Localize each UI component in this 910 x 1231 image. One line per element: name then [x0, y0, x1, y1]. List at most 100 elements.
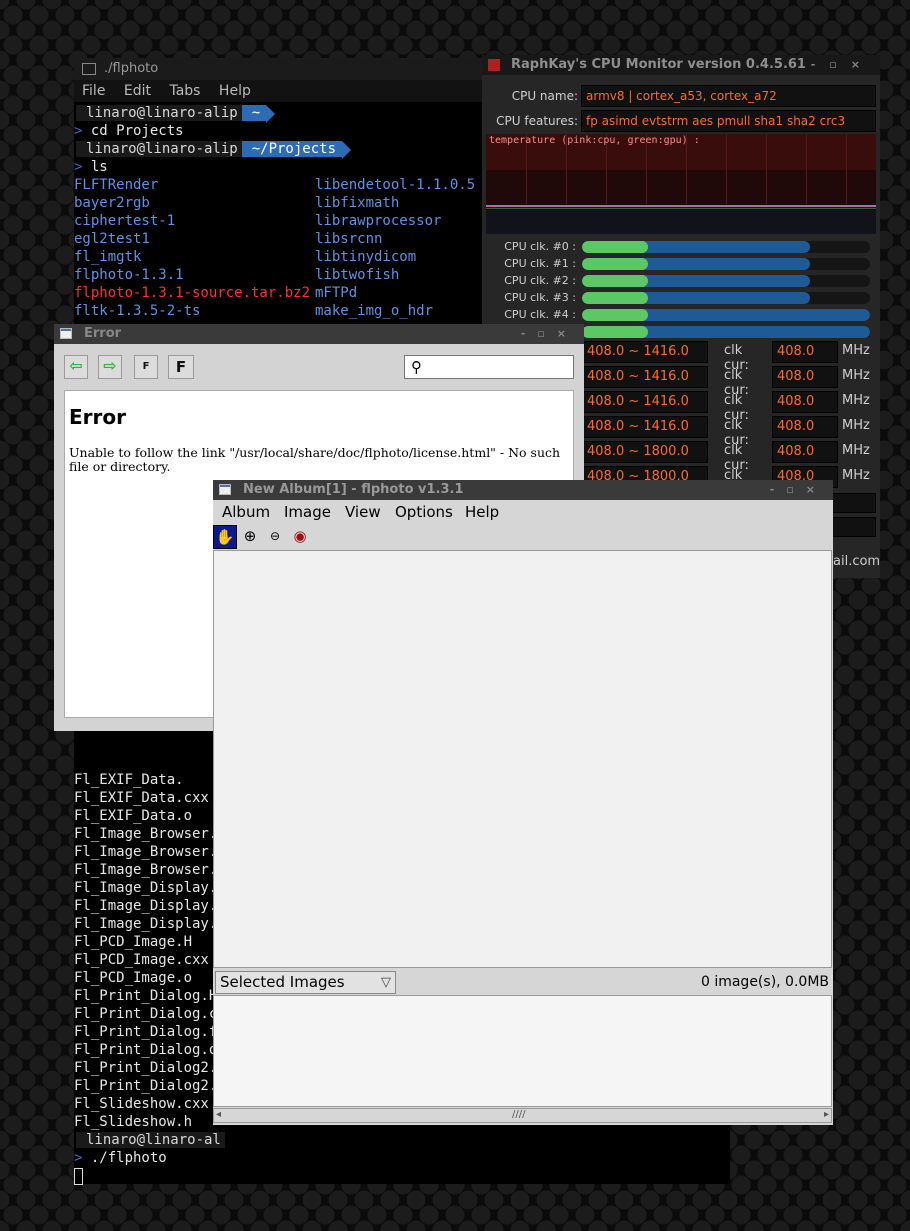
command-line: > cd Projects: [74, 122, 184, 140]
ls-entry: fltk-1.3.5-2-ts: [74, 303, 201, 319]
image-group-select[interactable]: Selected Images ▽: [215, 971, 396, 994]
scroll-grip-icon[interactable]: ////: [512, 1109, 525, 1120]
forward-button[interactable]: ⇨: [98, 355, 122, 379]
select-value: Selected Images: [220, 973, 345, 991]
terminal-title: ./flphoto: [104, 61, 159, 76]
chevron-down-icon: ▽: [381, 975, 391, 990]
ls-entry: mFTPd: [315, 285, 358, 301]
menu-album[interactable]: Album: [222, 501, 270, 523]
cpu-clock-bar: [582, 292, 870, 304]
menu-edit[interactable]: Edit: [124, 83, 151, 99]
horizontal-scrollbar[interactable]: ◂ //// ▸: [213, 1108, 832, 1123]
ls-entry: libsrcnn: [315, 231, 383, 247]
menu-help[interactable]: Help: [219, 83, 251, 99]
clock-range[interactable]: 408.0 ~ 1416.0: [582, 416, 708, 438]
zoom-in-icon: ⊕: [243, 527, 257, 545]
file-entry: Fl_Print_Dialog.H: [74, 988, 218, 1004]
cpu-features-field[interactable]: fp asimd evtstrm aes pmull sha1 sha2 crc…: [581, 110, 876, 132]
window-buttons[interactable]: -▫×: [521, 324, 578, 344]
cpu-monitor-field: [832, 517, 876, 537]
menu-tabs[interactable]: Tabs: [169, 83, 200, 99]
unit-label: MHz: [842, 418, 870, 433]
cpu-clock-bar: [582, 241, 870, 253]
cpu-temp-line: [486, 205, 876, 207]
clk-cur-value[interactable]: 408.0: [772, 341, 838, 363]
clock-range[interactable]: 408.0 ~ 1416.0: [582, 366, 708, 388]
file-entry: Fl_Image_Display.h: [74, 880, 226, 896]
larger-font-button[interactable]: F: [168, 355, 194, 379]
window-buttons[interactable]: -▫×: [770, 480, 827, 500]
menu-help[interactable]: Help: [465, 501, 499, 523]
ls-entry: make_img_o_hdr: [315, 303, 434, 319]
command-text: cd Projects: [90, 123, 184, 139]
clock-range[interactable]: 408.0 ~ 1416.0: [582, 341, 708, 363]
file-entry: Fl_Print_Dialog.c: [74, 1006, 218, 1022]
error-titlebar[interactable]: Error -▫×: [54, 324, 584, 344]
file-entry: Fl_PCD_Image.o: [74, 970, 193, 986]
search-input[interactable]: ⚲: [404, 355, 574, 379]
file-entry: Fl_Print_Dialog.f: [74, 1024, 218, 1040]
clk-cur-value[interactable]: 408.0: [772, 416, 838, 438]
file-entry: Fl_Print_Dialog2.c: [74, 1060, 226, 1076]
window-icon: [219, 484, 231, 495]
menu-view[interactable]: View: [345, 501, 381, 523]
cpu-monitor-titlebar[interactable]: RaphKay's CPU Monitor version 0.4.5.61 -…: [482, 55, 880, 75]
zoom-in-button[interactable]: ⊕: [238, 525, 262, 549]
ls-entry-archive: flphoto-1.3.1-source.tar.bz2: [74, 285, 311, 301]
back-button[interactable]: ⇦: [64, 355, 88, 379]
command-line: > ls: [74, 158, 108, 176]
cpu-clock-label: CPU clk. #3 :: [504, 291, 576, 304]
cpu-clock-label: CPU clk. #4 :: [504, 308, 576, 321]
graph-gridline: [726, 134, 727, 204]
clk-cur-value[interactable]: 408.0: [772, 366, 838, 388]
file-entry: Fl_PCD_Image.H: [74, 934, 193, 950]
eye-icon: ◉: [293, 527, 307, 545]
view-button[interactable]: ◉: [288, 525, 312, 549]
command-line: > ./flphoto: [74, 1149, 167, 1167]
window-buttons[interactable]: -▫×: [811, 55, 874, 75]
cpu-monitor-title: RaphKay's CPU Monitor version 0.4.5.61: [511, 57, 806, 72]
graph-gridline: [846, 134, 847, 204]
prompt-user: linaro@linaro-alip: [76, 141, 242, 157]
terminal-icon: [82, 63, 96, 75]
menu-options[interactable]: Options: [395, 501, 453, 523]
scroll-left-icon[interactable]: ◂: [216, 1109, 221, 1120]
menu-file[interactable]: File: [82, 83, 105, 99]
error-message: Unable to follow the link "/usr/local/sh…: [69, 445, 561, 474]
cpu-clock-row: CPU clk. #4 :: [484, 309, 872, 321]
hand-tool-button[interactable]: ✋: [213, 525, 237, 549]
clock-range[interactable]: 408.0 ~ 1416.0: [582, 391, 708, 413]
ls-entry: libendetool-1.1.0.5: [315, 177, 476, 193]
image-browser[interactable]: [213, 995, 832, 1107]
ls-entry: ciphertest-1: [74, 213, 176, 229]
graph-band-cool: [486, 210, 876, 234]
scroll-right-icon[interactable]: ▸: [824, 1109, 829, 1120]
prompt-dir: ~/Projects: [241, 141, 343, 157]
clk-cur-value[interactable]: 408.0: [772, 391, 838, 413]
chevron-icon: >: [74, 1150, 91, 1166]
flphoto-menubar: Album Image View Options Help: [213, 501, 833, 523]
arrow-left-icon: ⇦: [69, 356, 83, 375]
author-email: ail.com: [833, 554, 881, 569]
flphoto-titlebar[interactable]: New Album[1] - flphoto v1.3.1 -▫×: [213, 480, 833, 500]
prompt-line: linaro@linaro-alip ~: [76, 104, 267, 122]
image-display[interactable]: [213, 550, 832, 968]
ls-entry: fl_imgtk: [74, 249, 142, 265]
file-entry: Fl_EXIF_Data.o: [74, 808, 193, 824]
clk-cur-value[interactable]: 408.0: [772, 441, 838, 463]
prompt-user: linaro@linaro-alip: [76, 105, 242, 121]
clock-range[interactable]: 408.0 ~ 1800.0: [582, 441, 708, 463]
arrow-right-icon: ⇨: [103, 356, 117, 375]
chevron-icon: >: [74, 159, 91, 175]
command-text: ls: [90, 159, 108, 175]
cpu-name-field[interactable]: armv8 | cortex_a53, cortex_a72: [581, 85, 876, 107]
zoom-out-button[interactable]: ⊖: [263, 525, 287, 549]
flphoto-window[interactable]: New Album[1] - flphoto v1.3.1 -▫× Album …: [213, 480, 833, 1125]
error-window-title: Error: [84, 326, 122, 341]
file-entry: Fl_Image_Browser.c: [74, 844, 226, 860]
cpu-monitor-icon: [488, 59, 500, 71]
cpu-clock-label: CPU clk. #0 :: [504, 240, 576, 253]
ls-entry: flphoto-1.3.1: [74, 267, 184, 283]
menu-image[interactable]: Image: [284, 501, 331, 523]
smaller-font-button[interactable]: F: [134, 355, 158, 379]
